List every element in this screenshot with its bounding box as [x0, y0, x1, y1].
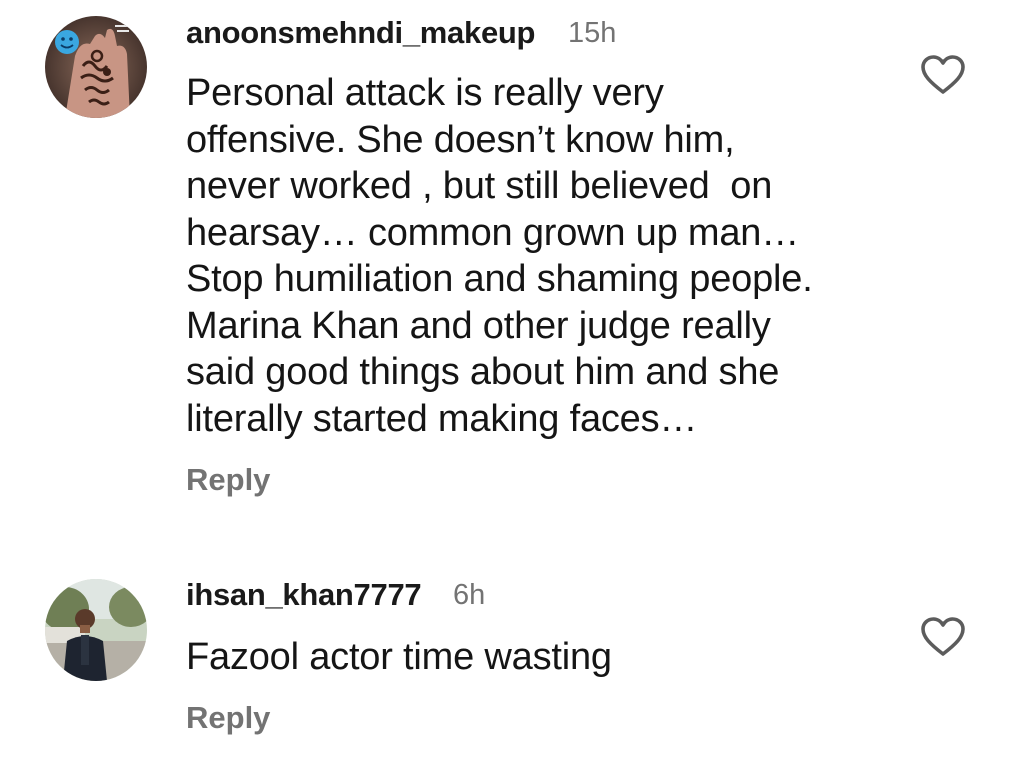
heart-outline-icon[interactable] — [920, 54, 966, 96]
reply-button[interactable]: Reply — [186, 700, 270, 736]
comment-timestamp: 6h — [453, 579, 486, 611]
comment-text-line: never worked , but still believed on — [186, 165, 773, 207]
man-outdoors-avatar-icon — [45, 579, 147, 681]
comment-text-line: hearsay… common grown up man… — [186, 211, 800, 254]
comment-text-line: Fazool actor time wasting — [186, 636, 612, 678]
comment-username[interactable]: ihsan_khan7777 — [186, 577, 422, 613]
comment-text-line: Marina Khan and other judge really — [186, 304, 771, 347]
comment-text-line: Personal attack is really very — [186, 72, 664, 114]
heart-outline-icon[interactable] — [920, 616, 966, 658]
reply-button[interactable]: Reply — [186, 462, 270, 498]
comment-text-line: offensive. She doesn’t know him, — [186, 118, 735, 161]
avatar[interactable] — [45, 16, 147, 118]
comment-item: anoonsmehndi_makeup 15h Personal attack … — [0, 0, 1024, 540]
comment-timestamp: 15h — [568, 17, 617, 49]
comment-username[interactable]: anoonsmehndi_makeup — [186, 15, 535, 51]
comment-item: ihsan_khan7777 6h Fazool actor time wast… — [0, 560, 1024, 768]
henna-hand-avatar-icon — [45, 16, 147, 118]
comment-text-line: said good things about him and she — [186, 351, 780, 393]
avatar[interactable] — [45, 579, 147, 681]
comment-text-line: literally started making faces… — [186, 397, 698, 440]
comment-text: Personal attack is really very offensive… — [186, 70, 906, 442]
comment-text: Fazool actor time wasting — [186, 634, 906, 681]
comment-text-line: Stop humiliation and shaming people. — [186, 258, 813, 300]
